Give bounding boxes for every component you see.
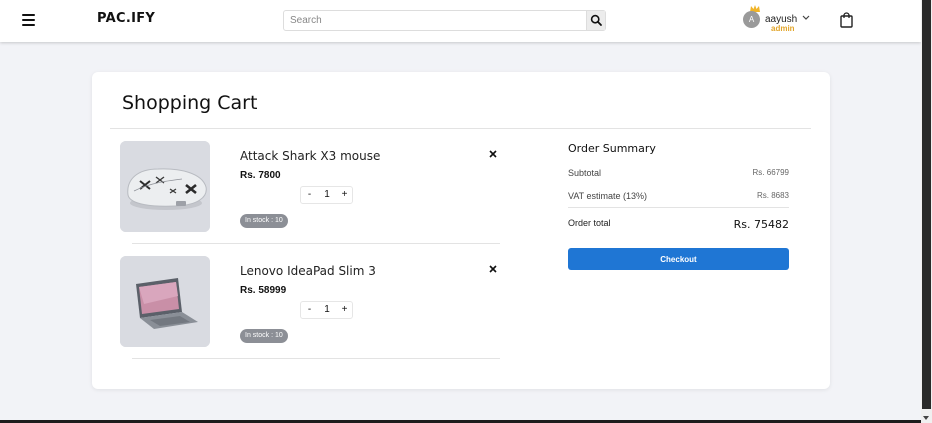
user-role: admin: [771, 24, 795, 33]
product-image-laptop[interactable]: [120, 256, 210, 347]
scrollbar-thumb[interactable]: [922, 0, 931, 409]
scroll-down-arrow-icon[interactable]: [923, 416, 929, 420]
product-image-mouse[interactable]: [120, 141, 210, 232]
quantity-increase-button[interactable]: +: [336, 302, 353, 318]
quantity-decrease-button[interactable]: -: [301, 302, 318, 318]
product-name[interactable]: Lenovo IdeaPad Slim 3: [240, 264, 376, 278]
close-icon[interactable]: [489, 265, 497, 273]
close-icon[interactable]: [489, 150, 497, 158]
avatar[interactable]: A: [743, 11, 760, 28]
brand-logo[interactable]: PAC.IFY: [97, 11, 155, 26]
quantity-value: 1: [324, 189, 330, 200]
quantity-increase-button[interactable]: +: [336, 187, 353, 203]
product-price: Rs. 58999: [240, 285, 287, 296]
cart-item: Attack Shark X3 mouse Rs. 7800 - 1 + In …: [120, 129, 500, 244]
search-icon: [590, 14, 602, 26]
subtotal-value: Rs. 66799: [752, 168, 789, 177]
stock-badge: In stock : 10: [240, 329, 288, 343]
shopping-bag-icon[interactable]: [840, 12, 853, 28]
checkout-button[interactable]: Checkout: [568, 248, 789, 270]
page-scrollbar[interactable]: [921, 0, 932, 423]
vat-label: VAT estimate (13%): [568, 191, 648, 201]
cart-item: Lenovo IdeaPad Slim 3 Rs. 58999 - 1 + In…: [120, 244, 500, 359]
quantity-stepper: - 1 +: [300, 301, 353, 319]
hamburger-menu-icon[interactable]: [22, 14, 35, 26]
divider: [132, 358, 500, 359]
subtotal-label: Subtotal: [568, 168, 602, 178]
order-total-label: Order total: [568, 218, 611, 228]
search-button[interactable]: [586, 11, 605, 30]
order-total-value: Rs. 75482: [733, 218, 789, 231]
divider: [568, 207, 789, 208]
vat-value: Rs. 8683: [756, 191, 789, 200]
quantity-value: 1: [324, 304, 330, 315]
chevron-down-icon[interactable]: [802, 15, 810, 21]
quantity-decrease-button[interactable]: -: [301, 187, 318, 203]
order-summary-title: Order Summary: [568, 142, 656, 155]
shopping-cart-card: Shopping Cart Attack Shark X3 mouse Rs. …: [92, 72, 830, 389]
subtotal-row: Subtotal Rs. 66799: [568, 168, 789, 178]
vat-row: VAT estimate (13%) Rs. 8683: [568, 191, 789, 201]
stock-badge: In stock : 10: [240, 214, 288, 228]
product-price: Rs. 7800: [240, 170, 281, 181]
product-name[interactable]: Attack Shark X3 mouse: [240, 149, 380, 163]
quantity-stepper: - 1 +: [300, 186, 353, 204]
page-title: Shopping Cart: [122, 92, 258, 114]
search-bar: [283, 10, 606, 31]
top-navbar: PAC.IFY A aayush admin: [0, 0, 921, 42]
search-input[interactable]: [284, 11, 587, 30]
